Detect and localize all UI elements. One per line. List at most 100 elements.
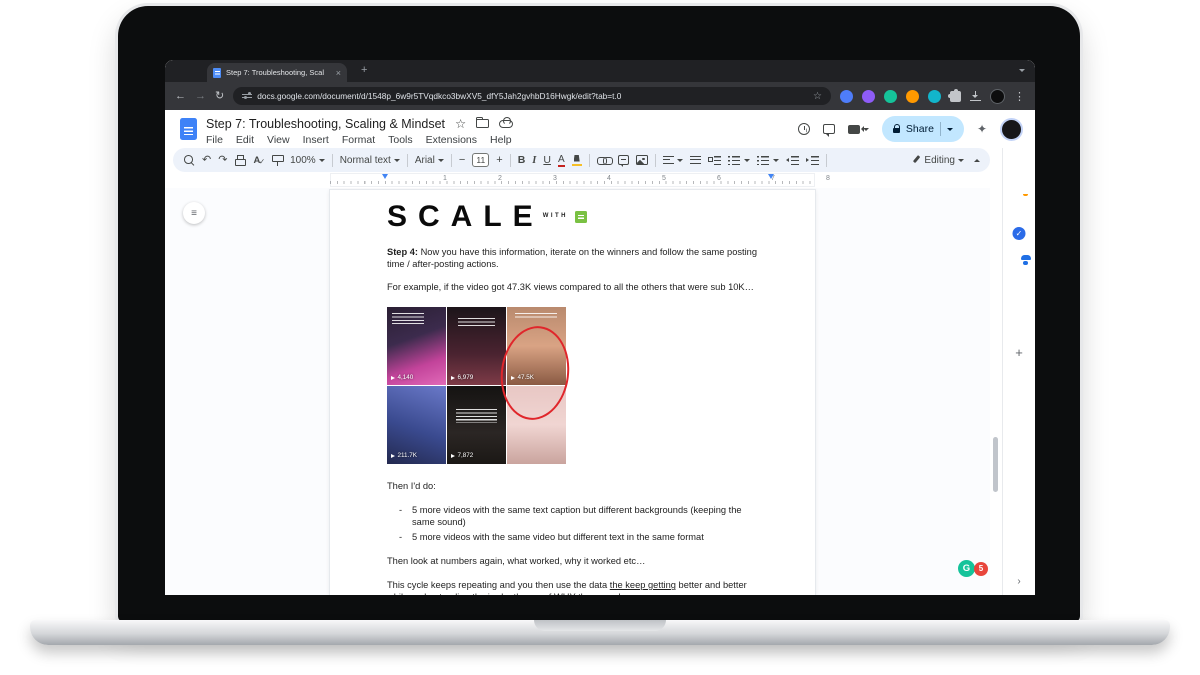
- ruler[interactable]: 1 2 3 4 5 6 7 8: [165, 172, 990, 188]
- text-color-button[interactable]: A: [558, 154, 565, 167]
- menu-bar: File Edit View Insert Format Tools Exten…: [206, 134, 512, 146]
- zoom-select[interactable]: 100%: [290, 155, 325, 166]
- side-panel-add-button[interactable]: +: [1015, 345, 1023, 360]
- gemini-sparkle-button[interactable]: ✦: [977, 122, 987, 136]
- reload-button[interactable]: ↻: [215, 91, 224, 102]
- toolbar-divider: [451, 154, 452, 167]
- vertical-scrollbar[interactable]: [993, 437, 998, 492]
- bookmark-star-icon[interactable]: ☆: [813, 91, 822, 102]
- lock-icon: [893, 128, 900, 134]
- highlight-color-button[interactable]: [572, 154, 582, 166]
- line-spacing-button[interactable]: [690, 156, 701, 165]
- meet-video-button[interactable]: [848, 125, 869, 134]
- italic-button[interactable]: I: [532, 155, 536, 166]
- show-outline-button[interactable]: ≡: [183, 202, 205, 224]
- paragraph-then-id-do: Then I'd do:: [387, 480, 760, 492]
- extensions-menu-icon[interactable]: [950, 91, 961, 102]
- version-history-button[interactable]: [798, 123, 810, 135]
- browser-extension-icon[interactable]: [884, 90, 897, 103]
- downloads-icon[interactable]: [970, 91, 981, 101]
- menu-extensions[interactable]: Extensions: [426, 134, 477, 146]
- font-select[interactable]: Arial: [415, 155, 444, 166]
- share-button[interactable]: Share: [882, 116, 964, 142]
- doc-status-cloud-icon: [499, 120, 513, 128]
- address-bar[interactable]: docs.google.com/document/d/1548p_6w9r5TV…: [233, 87, 831, 105]
- browser-tab[interactable]: Step 7: Troubleshooting, Scal ×: [207, 63, 347, 82]
- checklist-button[interactable]: [708, 156, 721, 165]
- insert-link-button[interactable]: [597, 156, 611, 164]
- styles-select[interactable]: Normal text: [340, 155, 400, 166]
- toolbar-divider: [826, 154, 827, 167]
- bold-button[interactable]: B: [518, 154, 526, 166]
- tasks-icon[interactable]: ✓: [1013, 227, 1026, 240]
- comments-button[interactable]: [823, 124, 835, 134]
- undo-button[interactable]: ↶: [202, 155, 211, 166]
- print-button[interactable]: [234, 155, 246, 166]
- browser-extension-icon[interactable]: [906, 90, 919, 103]
- menu-view[interactable]: View: [267, 134, 290, 146]
- font-size-decrease-button[interactable]: −: [459, 155, 465, 166]
- grammar-assistant-widget[interactable]: G 5: [958, 560, 988, 577]
- align-button[interactable]: [663, 156, 683, 165]
- paint-format-button[interactable]: [272, 154, 283, 166]
- move-folder-button[interactable]: [476, 119, 489, 128]
- docs-header: Step 7: Troubleshooting, Scaling & Minds…: [165, 110, 1035, 148]
- side-panel-collapse-button[interactable]: ›: [1017, 576, 1020, 587]
- toolbar-divider: [332, 154, 333, 167]
- numbered-list-button[interactable]: [757, 156, 779, 165]
- site-settings-icon[interactable]: [242, 92, 252, 100]
- redo-button[interactable]: ↷: [218, 155, 227, 166]
- bullet-list-button[interactable]: [728, 156, 750, 165]
- document-canvas: ≡ SCALE WITH Step 4: Now you have this i…: [165, 188, 990, 595]
- laptop-base: [30, 620, 1170, 645]
- view-count-badge: 211.7K: [391, 452, 417, 460]
- increase-indent-button[interactable]: [806, 156, 819, 165]
- share-split-divider: [940, 122, 941, 136]
- star-doc-button[interactable]: ☆: [455, 116, 466, 131]
- video-grid-image[interactable]: 4,140 6,979 47.5K 211.7K 7,872: [387, 307, 566, 464]
- menu-file[interactable]: File: [206, 134, 223, 146]
- margin-marker-left[interactable]: [382, 174, 388, 179]
- browser-menu-icon[interactable]: ⋮: [1014, 90, 1025, 103]
- ruler-number: 8: [826, 175, 830, 182]
- spellcheck-button[interactable]: A✓: [253, 155, 265, 166]
- margin-marker-right[interactable]: [768, 174, 774, 179]
- underlined-text: the keep getting: [610, 580, 676, 590]
- editing-mode-select[interactable]: Editing: [911, 155, 964, 166]
- underline-button[interactable]: U: [543, 154, 551, 166]
- new-tab-button[interactable]: +: [361, 64, 367, 76]
- search-menus-icon[interactable]: [183, 154, 195, 166]
- menu-insert[interactable]: Insert: [303, 134, 329, 146]
- grammarly-icon[interactable]: G: [958, 560, 975, 577]
- bullet-marker: -: [399, 531, 402, 543]
- doc-page[interactable]: SCALE WITH Step 4: Now you have this inf…: [330, 190, 815, 595]
- spellcheck-check: ✓: [259, 157, 265, 166]
- menu-format[interactable]: Format: [342, 134, 375, 146]
- add-comment-button[interactable]: [618, 155, 629, 165]
- font-size-increase-button[interactable]: +: [496, 155, 502, 166]
- decrease-indent-button[interactable]: [786, 156, 799, 165]
- browser-profile-avatar[interactable]: [990, 89, 1005, 104]
- tab-search-icon[interactable]: [1019, 69, 1025, 72]
- browser-extension-icon[interactable]: [862, 90, 875, 103]
- font-size-input[interactable]: 11: [472, 153, 489, 167]
- docs-app-icon[interactable]: [180, 118, 197, 140]
- doc-title[interactable]: Step 7: Troubleshooting, Scaling & Minds…: [206, 117, 445, 131]
- video-camera-icon: [848, 125, 860, 134]
- share-dropdown-icon[interactable]: [947, 128, 953, 131]
- toolbar-divider: [655, 154, 656, 167]
- menu-edit[interactable]: Edit: [236, 134, 254, 146]
- menu-help[interactable]: Help: [490, 134, 512, 146]
- tab-close-icon[interactable]: ×: [336, 68, 341, 78]
- menu-tools[interactable]: Tools: [388, 134, 413, 146]
- browser-window: Step 7: Troubleshooting, Scal × + ← → ↻ …: [165, 60, 1035, 595]
- forward-button[interactable]: →: [195, 91, 206, 102]
- paragraph-example: For example, if the video got 47.3K view…: [387, 281, 760, 293]
- tab-title: Step 7: Troubleshooting, Scal: [226, 68, 331, 77]
- collapse-toolbar-button[interactable]: [974, 159, 980, 162]
- browser-extension-icon[interactable]: [840, 90, 853, 103]
- browser-extension-icon[interactable]: [928, 90, 941, 103]
- docs-profile-avatar[interactable]: [1000, 118, 1023, 141]
- back-button[interactable]: ←: [175, 91, 186, 102]
- insert-image-button[interactable]: [636, 155, 648, 165]
